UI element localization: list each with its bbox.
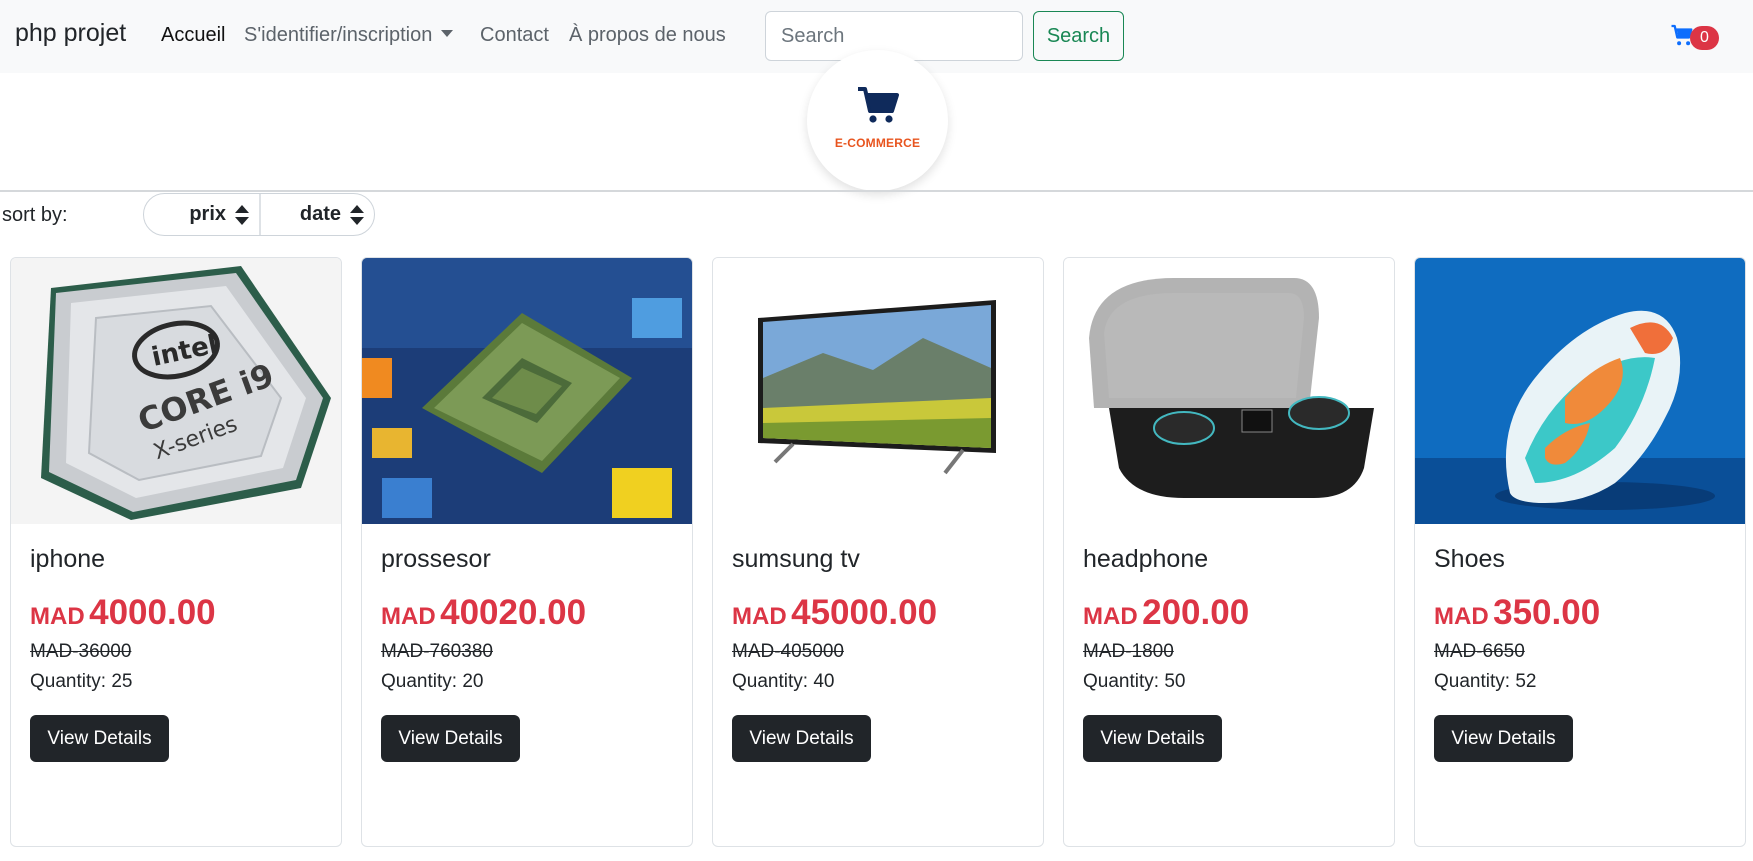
product-image: intel CORE i9 X-series bbox=[11, 258, 341, 524]
sort-icon bbox=[235, 204, 249, 225]
product-card: sumsung tv MAD 45000.00 MAD-405000 Quant… bbox=[712, 257, 1044, 847]
product-card: intel CORE i9 X-series iphone MAD 4000.0… bbox=[10, 257, 342, 847]
product-card: headphone MAD 200.00 MAD-1800 Quantity: … bbox=[1063, 257, 1395, 847]
chevron-down-icon bbox=[441, 30, 454, 38]
product-quantity: Quantity: 52 bbox=[1434, 671, 1537, 692]
product-image bbox=[1415, 258, 1745, 524]
product-old-price: MAD-6650 bbox=[1434, 641, 1525, 662]
nav-link-about[interactable]: À propos de nous bbox=[569, 24, 726, 47]
product-quantity: Quantity: 25 bbox=[30, 671, 133, 692]
product-name: iphone bbox=[30, 545, 106, 573]
price-currency: MAD bbox=[381, 603, 436, 630]
product-quantity: Quantity: 20 bbox=[381, 671, 484, 692]
view-details-button[interactable]: View Details bbox=[732, 715, 871, 762]
sort-label: sort by: bbox=[2, 204, 68, 226]
price-amount: 200.00 bbox=[1142, 593, 1250, 632]
product-image bbox=[713, 258, 1043, 524]
product-price: MAD 4000.00 bbox=[30, 593, 216, 633]
product-card: Shoes MAD 350.00 MAD-6650 Quantity: 52 V… bbox=[1414, 257, 1746, 847]
cart-count-badge: 0 bbox=[1690, 26, 1719, 50]
product-image bbox=[362, 258, 692, 524]
product-card: prossesor MAD 40020.00 MAD-760380 Quanti… bbox=[361, 257, 693, 847]
price-currency: MAD bbox=[732, 603, 787, 630]
price-currency: MAD bbox=[1434, 603, 1489, 630]
product-old-price: MAD-405000 bbox=[732, 641, 844, 662]
nav-link-accueil[interactable]: Accueil bbox=[161, 24, 225, 47]
view-details-button[interactable]: View Details bbox=[1083, 715, 1222, 762]
product-old-price: MAD-760380 bbox=[381, 641, 493, 662]
product-name: headphone bbox=[1083, 545, 1209, 573]
product-name: sumsung tv bbox=[732, 545, 860, 573]
product-price: MAD 200.00 bbox=[1083, 593, 1249, 633]
product-price: MAD 350.00 bbox=[1434, 593, 1600, 633]
price-currency: MAD bbox=[30, 603, 85, 630]
sort-icon bbox=[350, 204, 364, 225]
price-currency: MAD bbox=[1083, 603, 1138, 630]
product-price: MAD 45000.00 bbox=[732, 593, 937, 633]
brand-link[interactable]: php projet bbox=[15, 19, 126, 48]
sort-by-price-button[interactable]: prix bbox=[144, 194, 259, 235]
product-price: MAD 40020.00 bbox=[381, 593, 586, 633]
view-details-button[interactable]: View Details bbox=[381, 715, 520, 762]
price-amount: 40020.00 bbox=[440, 593, 587, 632]
product-quantity: Quantity: 50 bbox=[1083, 671, 1186, 692]
cart-button[interactable]: 0 bbox=[1670, 24, 1724, 52]
sort-price-label: prix bbox=[189, 203, 226, 225]
view-details-button[interactable]: View Details bbox=[30, 715, 169, 762]
nav-link-login-label: S'identifier/inscription bbox=[244, 24, 433, 46]
product-quantity: Quantity: 40 bbox=[732, 671, 835, 692]
site-logo[interactable]: E-COMMERCE bbox=[807, 50, 948, 191]
view-details-button[interactable]: View Details bbox=[1434, 715, 1573, 762]
product-image bbox=[1064, 258, 1394, 524]
product-old-price: MAD-36000 bbox=[30, 641, 132, 662]
nav-link-login-dropdown[interactable]: S'identifier/inscription bbox=[244, 24, 454, 47]
product-old-price: MAD-1800 bbox=[1083, 641, 1174, 662]
product-name: Shoes bbox=[1434, 545, 1505, 573]
price-amount: 4000.00 bbox=[89, 593, 216, 632]
price-amount: 350.00 bbox=[1493, 593, 1601, 632]
product-name: prossesor bbox=[381, 545, 491, 573]
sort-group: prix date bbox=[143, 193, 375, 236]
search-button[interactable]: Search bbox=[1033, 11, 1124, 61]
header-divider bbox=[0, 190, 1753, 192]
shopping-cart-icon bbox=[858, 87, 899, 123]
sort-by-date-button[interactable]: date bbox=[259, 194, 374, 235]
nav-link-contact[interactable]: Contact bbox=[480, 24, 549, 47]
sort-date-label: date bbox=[299, 203, 341, 225]
price-amount: 45000.00 bbox=[791, 593, 938, 632]
logo-text: E-COMMERCE bbox=[834, 136, 921, 150]
